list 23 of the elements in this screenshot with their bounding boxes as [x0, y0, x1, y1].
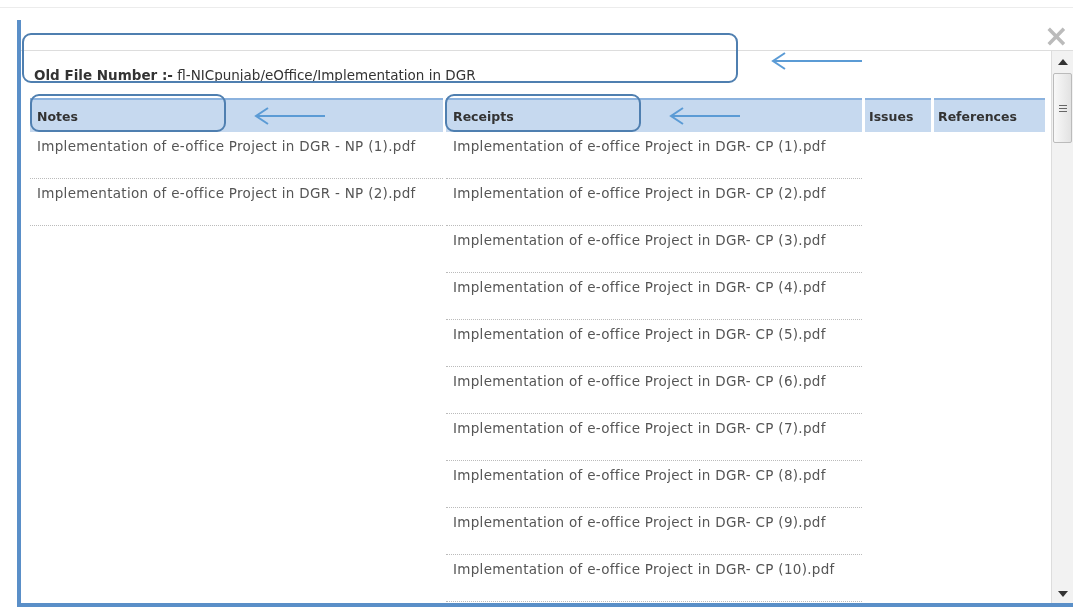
file-link[interactable]: Implementation of e-office Project in DGR- CP (6).pdf [446, 367, 862, 414]
scrollbar[interactable] [1051, 51, 1073, 603]
file-link[interactable]: Implementation of e-office Project in DGR- CP (10).pdf [446, 555, 862, 602]
file-link[interactable]: Implementation of e-office Project in DGR- CP (7).pdf [446, 414, 862, 461]
file-link[interactable]: Implementation of e-office Project in DGR- CP (8).pdf [446, 461, 862, 508]
column-header[interactable]: Issues [865, 98, 931, 132]
file-link[interactable]: Implementation of e-office Project in DGR - NP (1).pdf [30, 132, 443, 179]
scroll-up-icon[interactable] [1057, 59, 1068, 65]
file-link[interactable]: Implementation of e-office Project in DGR- CP (5).pdf [446, 320, 862, 367]
scroll-down-icon[interactable] [1057, 591, 1068, 597]
column-header[interactable]: Notes [30, 98, 443, 132]
file-link[interactable]: Implementation of e-office Project in DGR - NP (2).pdf [30, 179, 443, 226]
column-header[interactable]: Receipts [446, 98, 862, 132]
file-link[interactable]: Implementation of e-office Project in DGR- CP (9).pdf [446, 508, 862, 555]
file-link[interactable]: Implementation of e-office Project in DGR- CP (3).pdf [446, 226, 862, 273]
annotation-arrow [254, 106, 326, 126]
file-link[interactable]: Implementation of e-office Project in DGR- CP (1).pdf [446, 132, 862, 179]
annotation-arrow [669, 106, 741, 126]
file-link[interactable]: Implementation of e-office Project in DGR- CP (4).pdf [446, 273, 862, 320]
old-file-number: Old File Number :- fl-NICpunjab/eOffice/Implementation in DGR [33, 66, 476, 83]
file-link[interactable]: Implementation of e-office Project in DGR- CP (2).pdf [446, 179, 862, 226]
scrollbar-thumb[interactable] [1053, 73, 1072, 143]
column-header[interactable]: References [934, 98, 1045, 132]
